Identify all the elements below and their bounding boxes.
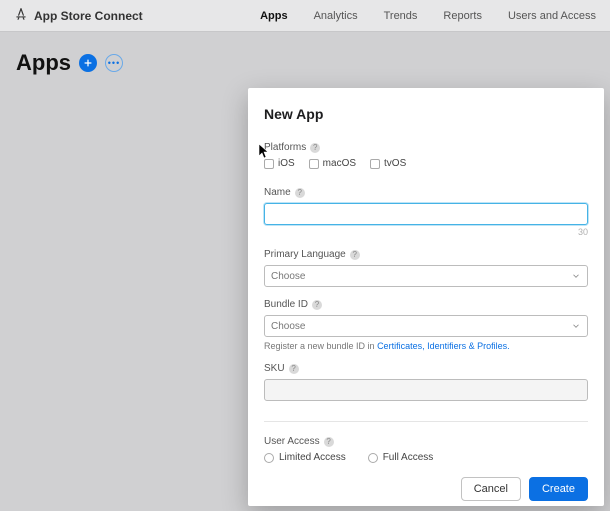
modal-title: New App xyxy=(264,106,588,122)
platforms-label: Platforms xyxy=(264,142,306,153)
nav-reports[interactable]: Reports xyxy=(443,10,482,22)
radio-icon xyxy=(264,453,274,463)
bundle-id-hint: Register a new bundle ID in Certificates… xyxy=(264,341,588,351)
name-section: Name ? 30 xyxy=(264,181,588,237)
bundle-id-label-row: Bundle ID ? xyxy=(264,299,588,310)
nav-trends[interactable]: Trends xyxy=(384,10,418,22)
new-app-modal: New App Platforms ? iOS macOS tvOS Name … xyxy=(248,88,604,506)
platforms-checkbox-row: iOS macOS tvOS xyxy=(264,158,588,169)
platform-tvos-checkbox[interactable]: tvOS xyxy=(370,158,406,169)
brand: App Store Connect xyxy=(14,7,143,24)
platforms-help-icon[interactable]: ? xyxy=(310,143,320,153)
sku-input[interactable] xyxy=(264,379,588,401)
ellipsis-icon: ••• xyxy=(108,59,120,68)
chevron-down-icon xyxy=(571,271,581,281)
create-button[interactable]: Create xyxy=(529,477,588,501)
app-store-icon xyxy=(14,7,28,24)
chevron-down-icon xyxy=(571,321,581,331)
full-access-radio[interactable]: Full Access xyxy=(368,452,434,463)
name-label: Name xyxy=(264,187,291,198)
nav-users[interactable]: Users and Access xyxy=(508,10,596,22)
name-help-icon[interactable]: ? xyxy=(295,188,305,198)
bundle-id-value: Choose xyxy=(271,321,305,332)
bundle-id-select[interactable]: Choose xyxy=(264,315,588,337)
certificates-link[interactable]: Certificates, Identifiers & Profiles. xyxy=(377,341,510,351)
sku-help-icon[interactable]: ? xyxy=(289,364,299,374)
platform-macos-checkbox[interactable]: macOS xyxy=(309,158,356,169)
nav-apps[interactable]: Apps xyxy=(260,10,288,22)
page-title: Apps xyxy=(16,50,71,76)
primary-language-label-row: Primary Language ? xyxy=(264,249,588,260)
cancel-button[interactable]: Cancel xyxy=(461,477,521,501)
user-access-label: User Access xyxy=(264,436,320,447)
platform-ios-checkbox[interactable]: iOS xyxy=(264,158,295,169)
bundle-id-section: Bundle ID ? Choose Register a new bundle… xyxy=(264,293,588,351)
sku-label: SKU xyxy=(264,363,285,374)
user-access-help-icon[interactable]: ? xyxy=(324,437,334,447)
plus-icon xyxy=(83,58,93,68)
user-access-radio-row: Limited Access Full Access xyxy=(264,452,588,463)
page-body: Apps ••• xyxy=(0,32,610,94)
platforms-section: Platforms ? iOS macOS tvOS xyxy=(264,136,588,175)
bundle-id-help-icon[interactable]: ? xyxy=(312,300,322,310)
primary-language-help-icon[interactable]: ? xyxy=(350,250,360,260)
platforms-label-row: Platforms ? xyxy=(264,142,588,153)
top-bar: App Store Connect Apps Analytics Trends … xyxy=(0,0,610,32)
name-char-counter: 30 xyxy=(264,227,588,237)
limited-access-radio[interactable]: Limited Access xyxy=(264,452,346,463)
user-access-section: User Access ? Limited Access Full Access xyxy=(264,430,588,463)
checkbox-icon xyxy=(309,159,319,169)
sku-section: SKU ? xyxy=(264,357,588,401)
brand-label: App Store Connect xyxy=(34,9,143,23)
sku-label-row: SKU ? xyxy=(264,363,588,374)
name-label-row: Name ? xyxy=(264,187,588,198)
radio-icon xyxy=(368,453,378,463)
checkbox-icon xyxy=(370,159,380,169)
name-input[interactable] xyxy=(264,203,588,225)
modal-footer: Cancel Create xyxy=(264,469,588,501)
primary-language-select[interactable]: Choose xyxy=(264,265,588,287)
primary-language-section: Primary Language ? Choose xyxy=(264,243,588,287)
top-nav: Apps Analytics Trends Reports Users and … xyxy=(260,10,596,22)
primary-language-value: Choose xyxy=(271,271,305,282)
primary-language-label: Primary Language xyxy=(264,249,346,260)
add-app-button[interactable] xyxy=(79,54,97,72)
nav-analytics[interactable]: Analytics xyxy=(314,10,358,22)
checkbox-icon xyxy=(264,159,274,169)
bundle-id-label: Bundle ID xyxy=(264,299,308,310)
more-options-button[interactable]: ••• xyxy=(105,54,123,72)
divider xyxy=(264,421,588,422)
page-title-row: Apps ••• xyxy=(16,50,594,76)
user-access-label-row: User Access ? xyxy=(264,436,588,447)
